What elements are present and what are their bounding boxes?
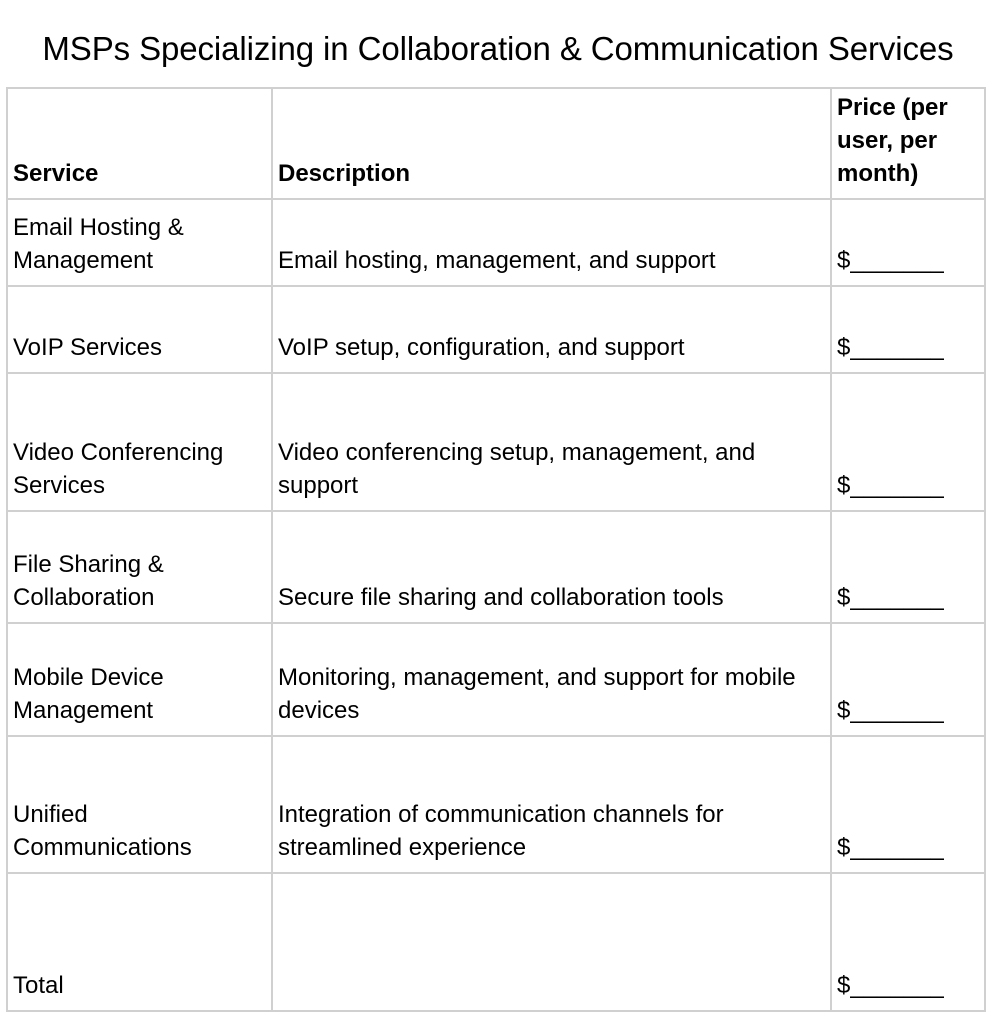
- services-table: Service Description Price (per user, per…: [6, 87, 986, 1012]
- total-label: Total: [6, 872, 273, 1012]
- description-cell: Secure file sharing and collaboration to…: [271, 510, 832, 624]
- header-row: Service Description Price (per user, per…: [6, 87, 986, 200]
- header-service: Service: [6, 87, 273, 200]
- table-row: Email Hosting & Management Email hosting…: [6, 198, 986, 287]
- description-cell: [271, 872, 832, 1012]
- price-cell: $_______: [830, 622, 986, 737]
- service-cell: File Sharing & Collaboration: [6, 510, 273, 624]
- description-cell: Monitoring, management, and support for …: [271, 622, 832, 737]
- header-price: Price (per user, per month): [830, 87, 986, 200]
- price-cell: $_______: [830, 510, 986, 624]
- total-price-cell: $_______: [830, 872, 986, 1012]
- description-cell: Video conferencing setup, management, an…: [271, 372, 832, 512]
- table-row: Unified Communications Integration of co…: [6, 735, 986, 874]
- header-description: Description: [271, 87, 832, 200]
- price-cell: $_______: [830, 285, 986, 374]
- description-cell: VoIP setup, configuration, and support: [271, 285, 832, 374]
- description-cell: Email hosting, management, and support: [271, 198, 832, 287]
- price-cell: $_______: [830, 372, 986, 512]
- table-row: File Sharing & Collaboration Secure file…: [6, 510, 986, 624]
- total-row: Total $_______: [6, 872, 986, 1012]
- document-title: MSPs Specializing in Collaboration & Com…: [42, 30, 954, 67]
- service-cell: Unified Communications: [6, 735, 273, 874]
- table-row: VoIP Services VoIP setup, configuration,…: [6, 285, 986, 374]
- price-cell: $_______: [830, 198, 986, 287]
- price-cell: $_______: [830, 735, 986, 874]
- service-cell: Email Hosting & Management: [6, 198, 273, 287]
- service-cell: Video Conferencing Services: [6, 372, 273, 512]
- table-row: Mobile Device Management Monitoring, man…: [6, 622, 986, 737]
- table-row: Video Conferencing Services Video confer…: [6, 372, 986, 512]
- description-cell: Integration of communication channels fo…: [271, 735, 832, 874]
- service-cell: VoIP Services: [6, 285, 273, 374]
- service-cell: Mobile Device Management: [6, 622, 273, 737]
